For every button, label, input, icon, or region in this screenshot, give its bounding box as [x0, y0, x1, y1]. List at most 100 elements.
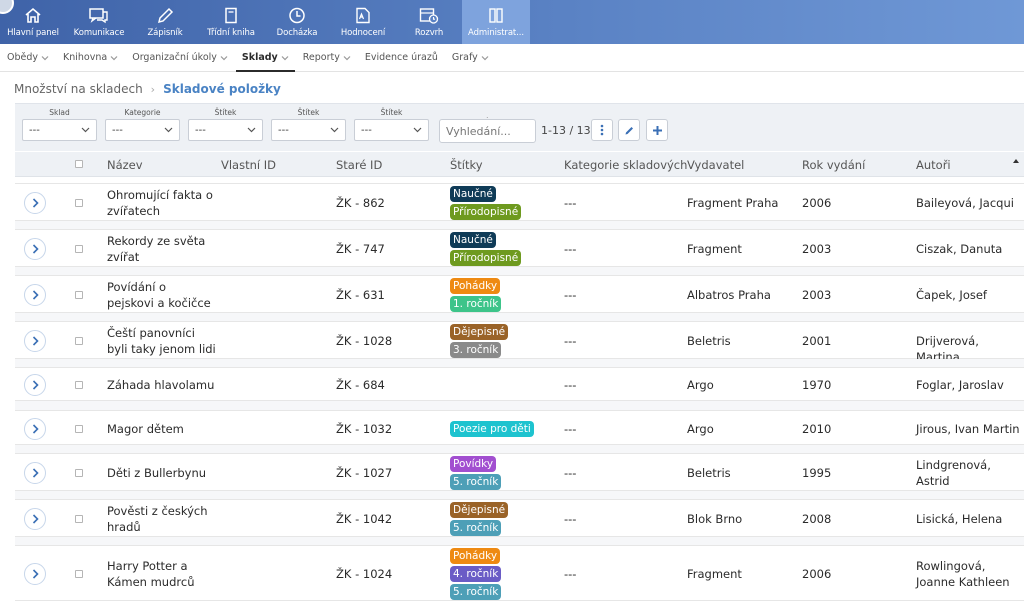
col-name-header[interactable]: Název	[107, 158, 143, 172]
tag-select-1[interactable]: ---	[188, 119, 263, 141]
row-separator	[15, 221, 1024, 229]
select-value: ---	[112, 124, 123, 136]
subnav-item-injuries[interactable]: Evidence úrazů	[365, 44, 438, 72]
item-name: Záhada hlavolamu	[107, 378, 215, 392]
expand-row-button[interactable]	[24, 563, 46, 585]
sort-asc-icon[interactable]	[1013, 159, 1019, 163]
item-category: ---	[564, 567, 577, 581]
more-options-button[interactable]	[591, 119, 613, 141]
select-value: ---	[195, 124, 206, 136]
col-tags-header[interactable]: Štítky	[450, 158, 483, 172]
row-checkbox[interactable]	[75, 337, 83, 345]
subnav-item-library[interactable]: Knihovna	[63, 44, 118, 72]
nav-communication[interactable]: Komunikace	[66, 0, 132, 44]
item-name: Ohromující fakta o zvířatech	[107, 188, 213, 218]
item-old-id: ŽK - 862	[336, 196, 385, 210]
pencil-icon	[625, 126, 633, 134]
nav-grades[interactable]: Hodnocení	[330, 0, 396, 44]
item-year: 2008	[802, 512, 832, 526]
item-category: ---	[564, 242, 577, 256]
table-row[interactable]: Pověsti z českých hradů ŽK - 1042 Dějepisn…	[15, 499, 1024, 537]
col-old-id-header[interactable]: Staré ID	[336, 158, 382, 172]
expand-row-button[interactable]	[24, 418, 46, 440]
table-row[interactable]: Rekordy ze světa zvířat ŽK - 747 Naučné Pří…	[15, 229, 1024, 267]
filter-bar: Sklad --- Kategorie --- Štítek --- Štíte…	[15, 103, 1024, 151]
table-row[interactable]: Čeští panovníci byli taky jenom lidi ŽK -…	[15, 321, 1024, 364]
item-publisher: Fragment	[687, 567, 742, 581]
table-row[interactable]: Děti z Bullerbynu ŽK - 1027 Povídky 5. ročn…	[15, 453, 1024, 491]
row-separator	[15, 401, 1024, 410]
category-select[interactable]: ---	[105, 119, 180, 141]
nav-class-book-label: Třídní kniha	[207, 27, 255, 38]
nav-communication-label: Komunikace	[73, 27, 125, 38]
item-name: Povídání o pejskovi a kočičce	[107, 280, 211, 310]
expand-row-button[interactable]	[24, 284, 46, 306]
nav-grades-label: Hodnocení	[340, 27, 386, 38]
sub-navigation: Obědy Knihovna Organizační úkoly Sklady …	[0, 44, 1024, 72]
item-name: Pověsti z českých hradů	[107, 504, 208, 534]
row-checkbox[interactable]	[75, 291, 83, 299]
row-checkbox[interactable]	[75, 245, 83, 253]
chevron-down-icon	[220, 55, 228, 60]
nav-attendance-label: Docházka	[276, 27, 318, 38]
col-publisher-header[interactable]: Vydavatel	[687, 158, 744, 172]
page-title: Skladové položky	[163, 82, 281, 96]
row-checkbox[interactable]	[75, 515, 83, 523]
nav-administration[interactable]: Administrat...	[462, 0, 530, 44]
subnav-item-reports[interactable]: Reporty	[303, 44, 351, 72]
tag-select-2[interactable]: ---	[271, 119, 346, 141]
expand-row-button[interactable]	[24, 508, 46, 530]
expand-row-button[interactable]	[24, 238, 46, 260]
chevron-down-icon	[164, 127, 173, 133]
subnav-item-lunches[interactable]: Obědy	[7, 44, 49, 72]
col-category-header[interactable]: Kategorie skladových	[564, 158, 687, 172]
subnav-item-tasks[interactable]: Organizační úkoly	[132, 44, 228, 72]
clock-icon	[286, 7, 308, 25]
tag-select-3[interactable]: ---	[354, 119, 429, 141]
item-publisher: Blok Brno	[687, 512, 743, 526]
col-own-id-header[interactable]: Vlastní ID	[221, 158, 276, 172]
table-row[interactable]: Magor dětem ŽK - 1032 Poezie pro děti --- Ar…	[15, 410, 1024, 445]
item-category: ---	[564, 422, 577, 436]
filter-warehouse: Sklad ---	[22, 107, 97, 141]
edit-button[interactable]	[618, 119, 640, 141]
item-category: ---	[564, 466, 577, 480]
table-row[interactable]: Ohromující fakta o zvířatech ŽK - 862 Nauč…	[15, 183, 1024, 221]
nav-notebook[interactable]: Zápisník	[132, 0, 198, 44]
item-authors: Lisická, Helena	[916, 512, 1003, 526]
add-button[interactable]	[646, 119, 668, 141]
row-checkbox[interactable]	[75, 381, 83, 389]
item-old-id: ŽK - 631	[336, 288, 385, 302]
expand-row-button[interactable]	[24, 192, 46, 214]
row-checkbox[interactable]	[75, 570, 83, 578]
expand-row-button[interactable]	[24, 374, 46, 396]
col-authors-header[interactable]: Autoři	[916, 158, 951, 172]
topnav-spacer	[530, 0, 1024, 44]
table-row[interactable]: Harry Potter a Kámen mudrců ŽK - 1024 Pohá…	[15, 545, 1024, 601]
nav-schedule[interactable]: Rozvrh	[396, 0, 462, 44]
row-checkbox[interactable]	[75, 199, 83, 207]
breadcrumb-link[interactable]: Množství na skladech	[14, 82, 143, 96]
subnav-label: Grafy	[451, 52, 478, 63]
table-row[interactable]: Povídání o pejskovi a kočičce ŽK - 631 Poh…	[15, 275, 1024, 313]
row-checkbox[interactable]	[75, 469, 83, 477]
chevron-right-icon	[32, 290, 39, 300]
subnav-item-warehouses[interactable]: Sklady	[235, 44, 295, 72]
search-input[interactable]	[439, 119, 536, 143]
row-checkbox[interactable]	[75, 425, 83, 433]
chevron-down-icon	[281, 55, 289, 60]
item-year: 2006	[802, 196, 832, 210]
select-all-checkbox[interactable]	[75, 160, 83, 168]
tag-badge: 5. ročník	[450, 584, 502, 600]
col-year-header[interactable]: Rok vydání	[802, 158, 865, 172]
nav-attendance[interactable]: Docházka	[264, 0, 330, 44]
row-separator	[15, 537, 1024, 545]
nav-class-book[interactable]: Třídní kniha	[198, 0, 264, 44]
expand-row-button[interactable]	[24, 462, 46, 484]
warehouse-select[interactable]: ---	[22, 119, 97, 141]
table-row[interactable]: Záhada hlavolamu ŽK - 684 --- Argo 1970 Fogla…	[15, 367, 1024, 401]
chevron-right-icon	[32, 380, 39, 390]
filter-tag-2: Štítek ---	[271, 107, 346, 141]
subnav-item-graphs[interactable]: Grafy	[452, 44, 489, 72]
expand-row-button[interactable]	[24, 330, 46, 352]
